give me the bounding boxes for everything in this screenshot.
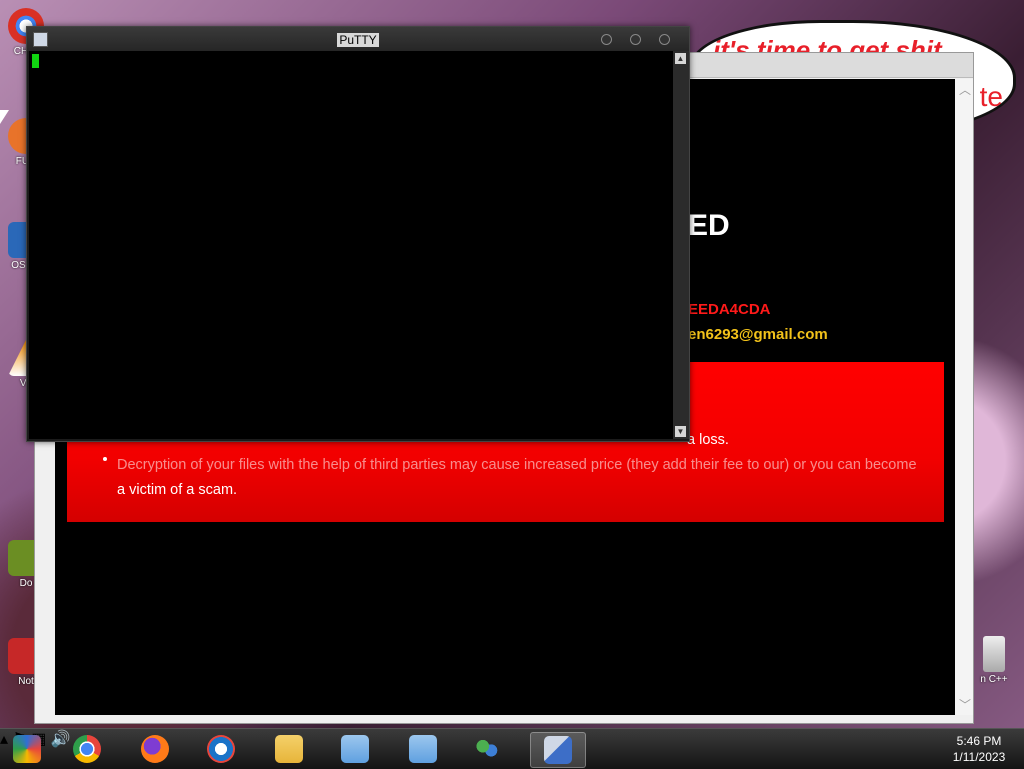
putty-titlebar[interactable]: PuTTY [27, 27, 689, 51]
warning-bullet [103, 457, 107, 461]
putty-scrollbar[interactable]: ▲ ▼ [673, 51, 689, 439]
chrome-icon [73, 735, 101, 763]
scroll-up-icon[interactable]: ︿ [959, 81, 971, 98]
bubble-text-2: te [979, 81, 1003, 112]
desktop-icon-label: Not [18, 676, 34, 687]
scroll-down-icon[interactable]: ﹀ [959, 696, 971, 713]
folder-icon [275, 735, 303, 763]
desktop-icon-label: Do [19, 578, 33, 589]
taskbar-installer-1[interactable] [328, 732, 382, 766]
system-clock[interactable]: 5:46 PM 1/11/2023 [944, 733, 1014, 765]
ransom-scrollbar[interactable]: ︿ ﹀ [955, 79, 973, 715]
warning-line-decrypt-2: a victim of a scam. [117, 482, 238, 498]
warning-line-loss: a loss. [687, 432, 729, 448]
ransom-contact-email: en6293@gmail.com [688, 326, 828, 343]
opera-icon [207, 735, 235, 763]
putty-icon [544, 736, 572, 764]
recycle-bin-icon [983, 636, 1005, 672]
scroll-down-button[interactable]: ▼ [675, 426, 686, 437]
terminal-cursor [32, 54, 39, 68]
desktop-icon-recycle-bin[interactable]: n C++ [968, 636, 1020, 685]
taskbar-putty[interactable] [530, 732, 586, 768]
network-users-icon [473, 735, 501, 763]
taskbar-opera[interactable] [194, 732, 248, 766]
putty-title: PuTTY [337, 33, 379, 47]
installer-icon [409, 735, 437, 763]
taskbar-explorer[interactable] [262, 732, 316, 766]
taskbar-network[interactable] [460, 732, 514, 766]
taskbar-chrome-remote[interactable] [0, 732, 54, 766]
taskbar: ▴ ⚑ ▦ 🔊 5:46 PM 1/11/2023 [0, 728, 1024, 769]
mouse-pointer-icon [0, 110, 9, 124]
minimize-button[interactable] [601, 34, 612, 45]
clock-date: 1/11/2023 [952, 750, 1006, 764]
scroll-up-button[interactable]: ▲ [675, 53, 686, 64]
clock-time: 5:46 PM [956, 734, 1002, 748]
taskbar-chrome[interactable] [60, 732, 114, 766]
ransom-heading: ED [688, 209, 730, 242]
ransom-id: EEDA4CDA [688, 301, 771, 318]
putty-terminal[interactable] [29, 51, 673, 439]
firefox-icon [141, 735, 169, 763]
desktop-icon-label: n C++ [980, 674, 1008, 685]
maximize-button[interactable] [630, 34, 641, 45]
taskbar-installer-2[interactable] [396, 732, 450, 766]
taskbar-firefox[interactable] [128, 732, 182, 766]
installer-icon [341, 735, 369, 763]
chrome-remote-icon [13, 735, 41, 763]
warning-line-decrypt-1: Decryption of your files with the help o… [117, 457, 917, 473]
close-button[interactable] [659, 34, 670, 45]
putty-window[interactable]: PuTTY ▲ ▼ [26, 26, 690, 442]
